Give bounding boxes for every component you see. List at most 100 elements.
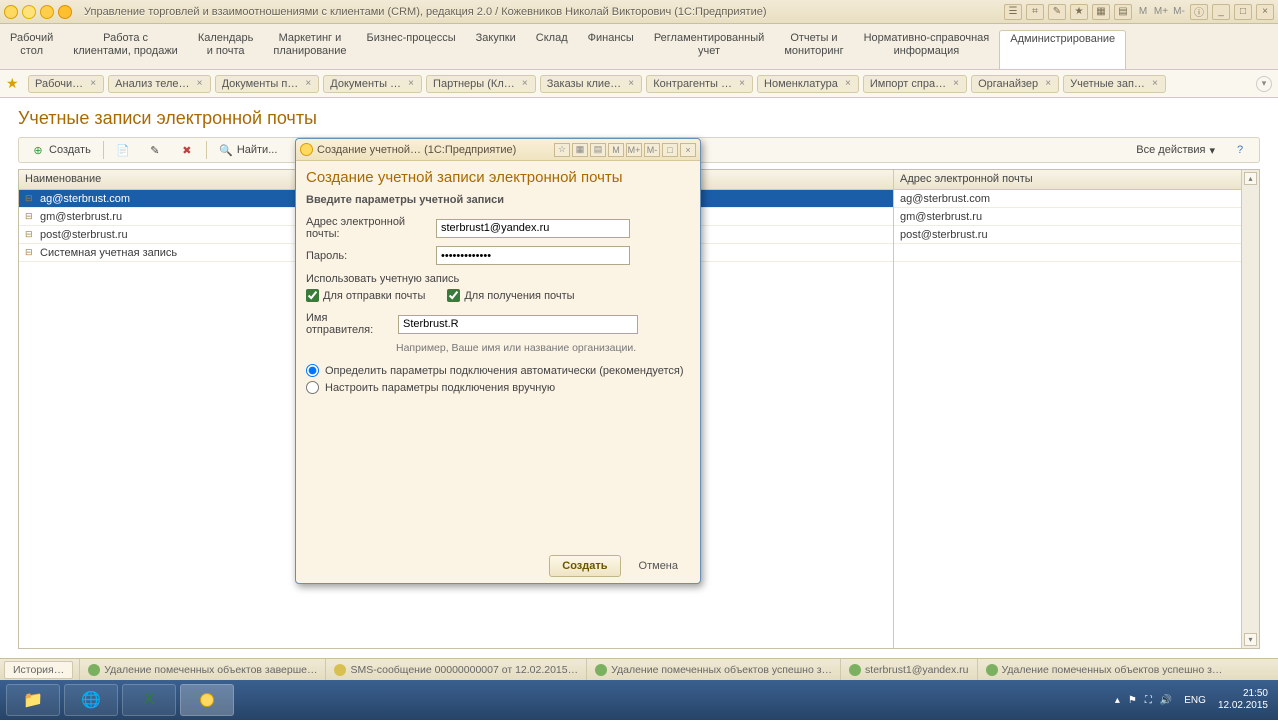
status-message[interactable]: Удаление помеченных объектов заверше… — [79, 659, 325, 680]
dialog-tool-icon[interactable]: ▦ — [572, 143, 588, 157]
sender-input[interactable] — [398, 315, 638, 334]
titlebar-m-minus-icon[interactable]: M- — [1172, 4, 1186, 20]
section-admin[interactable]: Администрирование — [999, 30, 1126, 69]
section-calendar[interactable]: Календарьи почта — [188, 30, 264, 69]
tab-documents-2[interactable]: Документы …× — [323, 75, 422, 93]
dialog-calc-icon[interactable]: ▤ — [590, 143, 606, 157]
grid-cell[interactable] — [894, 244, 1241, 262]
grid-cell[interactable]: post@sterbrust.ru — [894, 226, 1241, 244]
scroll-up-icon[interactable]: ▴ — [1244, 172, 1257, 185]
status-message[interactable]: SMS-сообщение 00000000007 от 12.02.2015… — [325, 659, 586, 680]
titlebar-dot-icon[interactable] — [58, 5, 72, 19]
copy-button[interactable]: 📄 — [110, 141, 136, 159]
find-button[interactable]: 🔍Найти... — [213, 141, 284, 159]
grid-cell[interactable]: ag@sterbrust.com — [894, 190, 1241, 208]
receive-checkbox[interactable]: Для получения почты — [447, 289, 574, 302]
taskbar-explorer-icon[interactable]: 📁 — [6, 684, 60, 716]
dialog-maximize-icon[interactable]: □ — [662, 143, 678, 157]
tab-close-icon[interactable]: × — [302, 78, 314, 90]
tab-telephony[interactable]: Анализ теле…× — [108, 75, 210, 93]
dialog-pin-icon[interactable]: ☆ — [554, 143, 570, 157]
manual-config-radio[interactable]: Настроить параметры подключения вручную — [306, 381, 690, 394]
edit-button[interactable]: ✎ — [142, 141, 168, 159]
tab-close-icon[interactable]: × — [405, 78, 417, 90]
tray-sound-icon[interactable]: 🔊 — [1160, 695, 1172, 706]
tab-documents-1[interactable]: Документы п…× — [215, 75, 320, 93]
close-button[interactable]: × — [1256, 4, 1274, 20]
tray-clock[interactable]: 21:50 12.02.2015 — [1218, 688, 1272, 712]
send-checkbox[interactable]: Для отправки почты — [306, 289, 425, 302]
titlebar-calendar-icon[interactable]: ▤ — [1114, 4, 1132, 20]
dialog-title-bar[interactable]: Создание учетной… (1С:Предприятие) ☆ ▦ ▤… — [296, 139, 700, 161]
vertical-scrollbar[interactable]: ▴ ▾ — [1242, 170, 1259, 648]
titlebar-tool-icon[interactable]: ⌗ — [1026, 4, 1044, 20]
dialog-m-plus-icon[interactable]: M+ — [626, 143, 642, 157]
tabs-dropdown-icon[interactable]: ▾ — [1256, 76, 1272, 92]
help-button[interactable]: ? — [1227, 141, 1253, 159]
tab-desktop[interactable]: Рабочи…× — [28, 75, 104, 93]
tab-organizer[interactable]: Органайзер× — [971, 75, 1059, 93]
section-marketing[interactable]: Маркетинг ипланирование — [263, 30, 356, 69]
tray-language[interactable]: ENG — [1180, 693, 1210, 708]
grid-cell[interactable]: gm@sterbrust.ru — [894, 208, 1241, 226]
create-button[interactable]: ⊕Создать — [25, 141, 97, 159]
tab-catalog[interactable]: Номенклатура× — [757, 75, 859, 93]
dialog-m-icon[interactable]: M — [608, 143, 624, 157]
tab-close-icon[interactable]: × — [194, 78, 206, 90]
titlebar-m-plus-icon[interactable]: M+ — [1154, 4, 1168, 20]
titlebar-dot-icon[interactable] — [22, 5, 36, 19]
status-message[interactable]: Удаление помеченных объектов успешно з… — [977, 659, 1231, 680]
tab-close-icon[interactable]: × — [1149, 78, 1161, 90]
tab-partners[interactable]: Партнеры (Кл…× — [426, 75, 536, 93]
tab-close-icon[interactable]: × — [842, 78, 854, 90]
tab-close-icon[interactable]: × — [950, 78, 962, 90]
tray-up-icon[interactable]: ▴ — [1115, 695, 1120, 706]
auto-config-radio[interactable]: Определить параметры подключения автомат… — [306, 364, 690, 377]
taskbar-excel-icon[interactable]: X — [122, 684, 176, 716]
column-header-email[interactable]: Адрес электронной почты — [894, 170, 1241, 190]
titlebar-tool-icon[interactable]: ✎ — [1048, 4, 1066, 20]
tab-orders[interactable]: Заказы клие…× — [540, 75, 642, 93]
history-button[interactable]: История… — [4, 661, 73, 679]
scroll-down-icon[interactable]: ▾ — [1244, 633, 1257, 646]
password-input[interactable] — [436, 246, 630, 265]
status-message[interactable]: sterbrust1@yandex.ru — [840, 659, 976, 680]
titlebar-tool-icon[interactable]: ☰ — [1004, 4, 1022, 20]
dialog-cancel-button[interactable]: Отмена — [627, 555, 690, 577]
tab-close-icon[interactable]: × — [519, 78, 531, 90]
tray-flag-icon[interactable]: ⚑ — [1128, 695, 1137, 706]
section-processes[interactable]: Бизнес-процессы — [357, 30, 466, 69]
delete-button[interactable]: ✖ — [174, 141, 200, 159]
tray-network-icon[interactable]: ⛶ — [1145, 695, 1152, 706]
section-finance[interactable]: Финансы — [578, 30, 644, 69]
section-reports[interactable]: Отчеты имониторинг — [774, 30, 853, 69]
titlebar-favorite-icon[interactable]: ★ — [1070, 4, 1088, 20]
dialog-close-icon[interactable]: × — [680, 143, 696, 157]
taskbar-1c-icon[interactable] — [180, 684, 234, 716]
tab-contractors[interactable]: Контрагенты …× — [646, 75, 753, 93]
all-actions-button[interactable]: Все действия ▾ — [1130, 142, 1221, 159]
taskbar-chrome-icon[interactable]: 🌐 — [64, 684, 118, 716]
titlebar-m-icon[interactable]: M — [1136, 4, 1150, 20]
dialog-create-button[interactable]: Создать — [549, 555, 620, 577]
section-regulated[interactable]: Регламентированныйучет — [644, 30, 775, 69]
titlebar-calc-icon[interactable]: ▦ — [1092, 4, 1110, 20]
tab-close-icon[interactable]: × — [736, 78, 748, 90]
dialog-m-minus-icon[interactable]: M- — [644, 143, 660, 157]
tab-import[interactable]: Импорт спра…× — [863, 75, 967, 93]
email-input[interactable] — [436, 219, 630, 238]
section-purchases[interactable]: Закупки — [466, 30, 526, 69]
section-reference[interactable]: Нормативно-справочнаяинформация — [854, 30, 1000, 69]
minimize-button[interactable]: _ — [1212, 4, 1230, 20]
section-desktop[interactable]: Рабочийстол — [0, 30, 63, 69]
titlebar-help-icon[interactable]: ⓘ — [1190, 4, 1208, 20]
section-clients[interactable]: Работа склиентами, продажи — [63, 30, 188, 69]
favorite-tab-icon[interactable]: ★ — [6, 75, 24, 93]
status-message[interactable]: Удаление помеченных объектов успешно з… — [586, 659, 840, 680]
tab-close-icon[interactable]: × — [625, 78, 637, 90]
tab-close-icon[interactable]: × — [1042, 78, 1054, 90]
section-warehouse[interactable]: Склад — [526, 30, 578, 69]
tab-email-accounts[interactable]: Учетные зап…× — [1063, 75, 1166, 93]
titlebar-dot-icon[interactable] — [40, 5, 54, 19]
tab-close-icon[interactable]: × — [87, 78, 99, 90]
